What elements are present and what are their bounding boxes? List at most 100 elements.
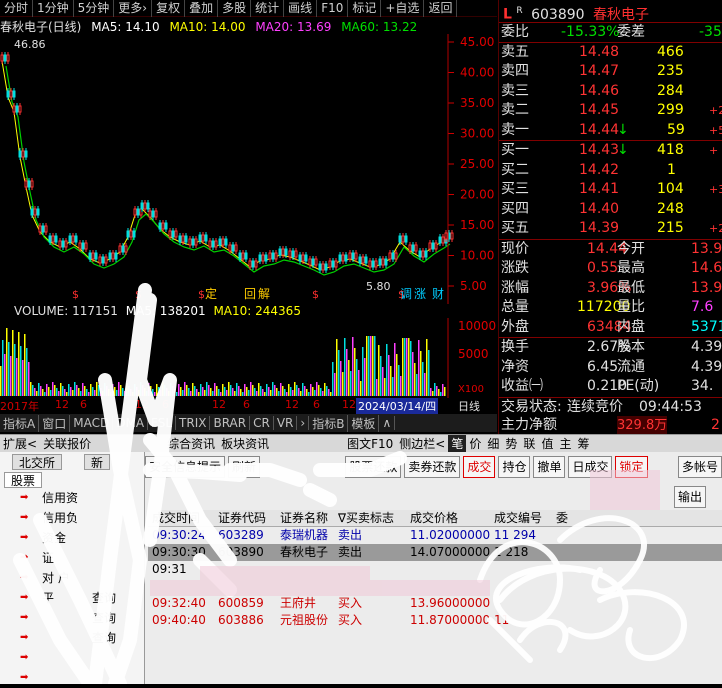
footer-tab-shi[interactable]: 势 — [502, 435, 520, 452]
indicator-tab[interactable]: FSL — [148, 416, 177, 430]
indicator-tab[interactable]: 指标A — [0, 414, 40, 432]
event-tag[interactable]: 调 — [400, 287, 412, 301]
toolbar-more[interactable]: 更多› — [114, 0, 153, 17]
trade-action-button[interactable]: 撤单 — [533, 456, 566, 478]
footer-tab-xi[interactable]: 细 — [484, 435, 502, 452]
column-header[interactable]: 成交时间 — [148, 510, 214, 526]
table-row[interactable]: 09:40:40 603886 元祖股份 买入 11.87000000 11 — [148, 612, 722, 629]
footer-tab-zhu[interactable]: 主 — [556, 435, 574, 452]
table-row[interactable]: 09:31 — [148, 561, 722, 578]
footer-expand[interactable]: 扩展< — [0, 435, 40, 452]
buy-level[interactable]: 买三 14.41 104 +3 — [499, 180, 722, 200]
toolbar-back[interactable]: 返回 — [424, 0, 458, 17]
trade-action-button[interactable]: 持仓 — [498, 456, 531, 478]
footer-tab-jia[interactable]: 价 — [466, 435, 484, 452]
toolbar-add-watch[interactable]: +自选 — [381, 0, 425, 17]
buy-level[interactable]: 买四 14.40 248 — [499, 200, 722, 220]
column-header[interactable]: 成交编号 — [490, 510, 552, 526]
trade-action-button[interactable]: 刷新 — [228, 456, 261, 478]
event-tag[interactable]: 解 — [258, 287, 270, 301]
indicator-tab[interactable]: › — [297, 416, 310, 430]
sell-level[interactable]: 卖一 14.44↓ 59 +5 — [499, 121, 722, 141]
dividend-marker[interactable]: $ — [135, 288, 142, 301]
indicator-tab[interactable]: MACD — [70, 416, 114, 430]
toolbar-5min[interactable]: 5分钟 — [74, 0, 115, 17]
table-row[interactable]: 09:32:40 600859 王府井 买入 13.96000000 — [148, 595, 722, 612]
footer-tab-bi[interactable]: 笔 — [448, 435, 467, 452]
trade-nav-item[interactable]: ➡ 平 查询 — [0, 588, 144, 608]
trade-action-button[interactable]: 股票还款 — [345, 456, 402, 478]
column-header[interactable]: 成交价格 — [406, 510, 490, 526]
indicator-tab[interactable]: VR — [274, 416, 298, 430]
indicator-tab[interactable]: 指标B — [309, 414, 349, 432]
event-tag[interactable]: 定 — [205, 286, 217, 301]
column-header[interactable]: 委 — [552, 510, 582, 526]
column-header[interactable]: ∇买卖标志 — [334, 510, 406, 526]
toolbar-stats[interactable]: 统计 — [251, 0, 285, 17]
toolbar-multi[interactable]: 多股 — [218, 0, 252, 17]
trade-action-button[interactable]: 多帐号 — [677, 456, 722, 478]
dividend-marker[interactable]: $ — [72, 288, 79, 301]
tab-stock[interactable]: 股票 — [4, 472, 43, 488]
footer-tab-chou[interactable]: 筹 — [574, 435, 592, 452]
trade-nav-item[interactable]: ➡ 信用资 — [0, 488, 144, 508]
sell-level[interactable]: 卖二 14.45 299 +2 — [499, 101, 722, 121]
volume-chart[interactable]: 10000 5000 X100 — [0, 318, 497, 398]
trade-action-button[interactable]: 锁定 — [615, 456, 648, 478]
sell-level[interactable]: 卖五 14.48 466 — [499, 43, 722, 63]
footer-sector[interactable]: 板块资讯 — [218, 435, 272, 452]
footer-news[interactable]: 综合资讯 — [164, 435, 218, 452]
toolbar-1min[interactable]: 1分钟 — [33, 0, 74, 17]
kline-chart-panel[interactable]: 分时 1分钟 5分钟 更多› 复权 叠加 多股 统计 画线 F10 标记 +自选… — [0, 0, 497, 434]
dividend-marker[interactable]: $ — [198, 288, 205, 301]
buy-level[interactable]: 买二 14.42 1 — [499, 161, 722, 181]
tab-bjs[interactable]: 北交所 — [12, 454, 63, 470]
trade-nav-item[interactable]: ➡ 查询 — [0, 608, 144, 628]
event-tag[interactable]: 回 — [244, 287, 256, 301]
trade-nav-item[interactable]: ➡ 证 — [0, 548, 144, 568]
trade-nav-item[interactable]: ➡ 查询 — [0, 628, 144, 648]
indicator-tab[interactable]: CR — [250, 416, 274, 430]
column-header[interactable]: 证券名称 — [276, 510, 334, 526]
table-row[interactable]: 09:30:24 603289 泰瑞机器 卖出 11.02000000 11 294 — [148, 527, 722, 544]
period-label[interactable]: 日线 — [458, 398, 480, 414]
event-tag[interactable]: 涨 — [414, 286, 426, 301]
toolbar-fenshi[interactable]: 分时 — [0, 0, 34, 17]
trade-nav-item[interactable]: ➡ 信用负 — [0, 508, 144, 528]
indicator-tab[interactable]: BRAR — [210, 416, 251, 430]
trade-action-button[interactable]: 日成交 — [568, 456, 613, 478]
footer-sidebar[interactable]: 侧边栏< — [396, 435, 448, 452]
footer-tab-lian[interactable]: 联 — [520, 435, 538, 452]
toolbar-f10[interactable]: F10 — [317, 0, 349, 17]
sell-level[interactable]: 卖四 14.47 235 — [499, 62, 722, 82]
indicator-tab[interactable]: 模板 — [348, 414, 380, 432]
trade-action-button[interactable]: 安全信息提示 — [145, 456, 226, 478]
output-button[interactable]: 输出 — [674, 486, 707, 508]
trade-nav-item[interactable]: ➡ — [0, 648, 144, 668]
trade-action-button[interactable]: 卖券还款 — [404, 456, 461, 478]
indicator-tab[interactable]: TRIX — [176, 416, 211, 430]
column-header[interactable]: 证券代码 — [214, 510, 276, 526]
table-row[interactable] — [148, 578, 722, 595]
price-chart[interactable]: 46.86 5.80 45.00 40.00 35.00 30.00 25.00 20.0… — [0, 34, 497, 304]
toolbar-mark[interactable]: 标记 — [348, 0, 382, 17]
event-tag[interactable]: 财 — [432, 287, 444, 301]
trade-nav-item[interactable]: ➡ 资金 — [0, 528, 144, 548]
toolbar-draw[interactable]: 画线 — [284, 0, 318, 17]
footer-f10[interactable]: 图文F10 — [344, 435, 396, 452]
table-row[interactable]: 09:30:30 603890 春秋电子 卖出 14.07000000 1 218 — [148, 544, 722, 561]
toolbar-fuquan[interactable]: 复权 — [152, 0, 186, 17]
buy-level[interactable]: 买一 14.43 ↓ 418 + — [499, 141, 722, 161]
dividend-marker[interactable]: $ — [312, 288, 319, 301]
tab-new[interactable]: 新 — [84, 454, 111, 470]
footer-related[interactable]: 关联报价 — [40, 435, 94, 452]
toolbar-overlay[interactable]: 叠加 — [185, 0, 219, 17]
trade-action-button[interactable]: 成交 — [463, 456, 496, 478]
buy-level[interactable]: 买五 14.39 215 +21 — [499, 219, 722, 239]
trade-nav-item[interactable]: ➡ 对 户 — [0, 568, 144, 588]
sell-level[interactable]: 卖三 14.46 284 — [499, 82, 722, 102]
footer-tab-zhi[interactable]: 值 — [538, 435, 556, 452]
indicator-tab[interactable]: ∧ — [379, 416, 396, 430]
trade-nav-item[interactable]: ➡ — [0, 668, 144, 688]
indicator-tab[interactable]: DMA — [113, 416, 149, 430]
